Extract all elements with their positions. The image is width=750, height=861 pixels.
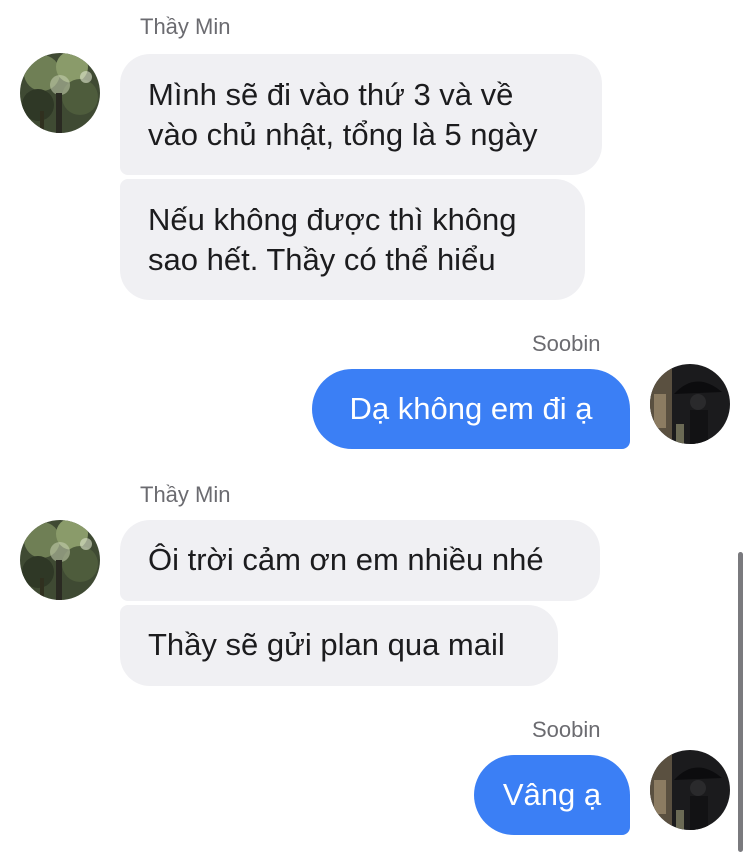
- message-bubble[interactable]: Mình sẽ đi vào thứ 3 và về vào chủ nhật,…: [120, 54, 602, 175]
- avatar-thay-min[interactable]: [20, 53, 100, 133]
- message-bubble[interactable]: Nếu không được thì không sao hết. Thầy c…: [120, 179, 585, 300]
- sender-name: Thầy Min: [140, 14, 231, 39]
- avatar-thay-min[interactable]: [20, 520, 100, 600]
- message-text: vào chủ nhật, tổng là 5 ngày: [148, 117, 538, 152]
- sender-name: Soobin: [532, 331, 601, 356]
- scrollbar[interactable]: [738, 552, 743, 852]
- tree-photo-icon: [20, 53, 100, 133]
- message-text: Vâng ạ: [502, 777, 602, 812]
- person-umbrella-photo-icon: [650, 364, 730, 444]
- message-bubble[interactable]: Dạ không em đi ạ: [312, 369, 630, 449]
- message-text: sao hết. Thầy có thể hiểu: [148, 242, 496, 277]
- message-bubble[interactable]: Ôi trời cảm ơn em nhiều nhé: [120, 520, 600, 601]
- message-text: Ôi trời cảm ơn em nhiều nhé: [148, 542, 544, 577]
- message-text: Mình sẽ đi vào thứ 3 và về: [148, 77, 514, 112]
- tree-photo-icon: [20, 520, 100, 600]
- sender-name: Soobin: [532, 717, 601, 742]
- message-text: Dạ không em đi ạ: [349, 391, 593, 426]
- message-text: Thầy sẽ gửi plan qua mail: [148, 627, 505, 662]
- avatar-soobin[interactable]: [650, 364, 730, 444]
- avatar-soobin[interactable]: [650, 750, 730, 830]
- sender-name: Thầy Min: [140, 482, 231, 507]
- message-bubble[interactable]: Thầy sẽ gửi plan qua mail: [120, 605, 558, 686]
- message-text: Nếu không được thì không: [148, 202, 517, 237]
- person-umbrella-photo-icon: [650, 750, 730, 830]
- message-bubble[interactable]: Vâng ạ: [474, 755, 630, 835]
